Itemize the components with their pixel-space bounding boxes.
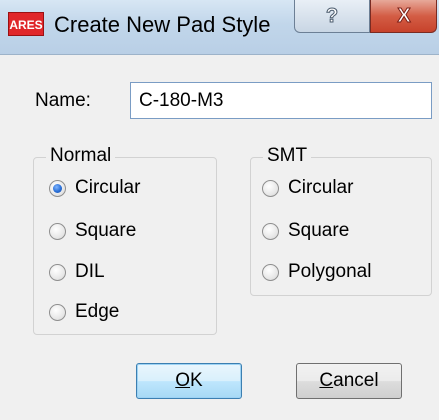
normal-radio-circular[interactable]: Circular — [49, 177, 140, 199]
radio-button-icon — [49, 222, 66, 240]
smt-radio-polygonal[interactable]: Polygonal — [262, 261, 371, 283]
radio-button-icon — [262, 222, 279, 240]
radio-button-icon — [262, 263, 279, 281]
smt-group-title: SMT — [263, 145, 312, 167]
radio-label: Square — [288, 220, 350, 241]
close-icon: X — [396, 4, 411, 26]
cancel-mnemonic: C — [319, 370, 334, 391]
radio-label: Circular — [75, 177, 141, 198]
window-title: Create New Pad Style — [54, 12, 271, 37]
cancel-button[interactable]: Cancel — [296, 363, 402, 399]
smt-radio-circular[interactable]: Circular — [262, 177, 353, 199]
smt-radio-square[interactable]: Square — [262, 220, 349, 242]
radio-button-checked-icon — [49, 179, 66, 197]
title-bar: ARES Create New Pad Style ? X — [0, 0, 439, 55]
radio-label: Square — [75, 220, 137, 241]
normal-group-title: Normal — [46, 145, 116, 167]
svg-text:X: X — [397, 5, 411, 26]
radio-label: Edge — [75, 301, 120, 322]
name-input[interactable] — [130, 82, 432, 119]
help-icon: ? — [325, 4, 338, 26]
radio-label: Circular — [288, 177, 354, 198]
name-label: Name: — [35, 90, 91, 111]
ares-app-icon: ARES — [8, 12, 44, 36]
radio-label: DIL — [75, 261, 105, 282]
radio-label: Polygonal — [288, 261, 372, 282]
radio-button-icon — [262, 179, 279, 197]
cancel-label-rest: ancel — [333, 370, 379, 391]
svg-text:?: ? — [326, 5, 338, 26]
ok-mnemonic: O — [175, 370, 191, 391]
normal-radio-square[interactable]: Square — [49, 220, 136, 242]
normal-radio-edge[interactable]: Edge — [49, 301, 119, 323]
radio-button-icon — [49, 303, 66, 321]
ok-button[interactable]: OK — [136, 363, 242, 399]
ok-label-rest: K — [190, 370, 203, 391]
normal-radio-dil[interactable]: DIL — [49, 261, 105, 283]
radio-button-icon — [49, 263, 66, 281]
help-button[interactable]: ? — [294, 0, 370, 33]
close-button[interactable]: X — [370, 0, 437, 33]
